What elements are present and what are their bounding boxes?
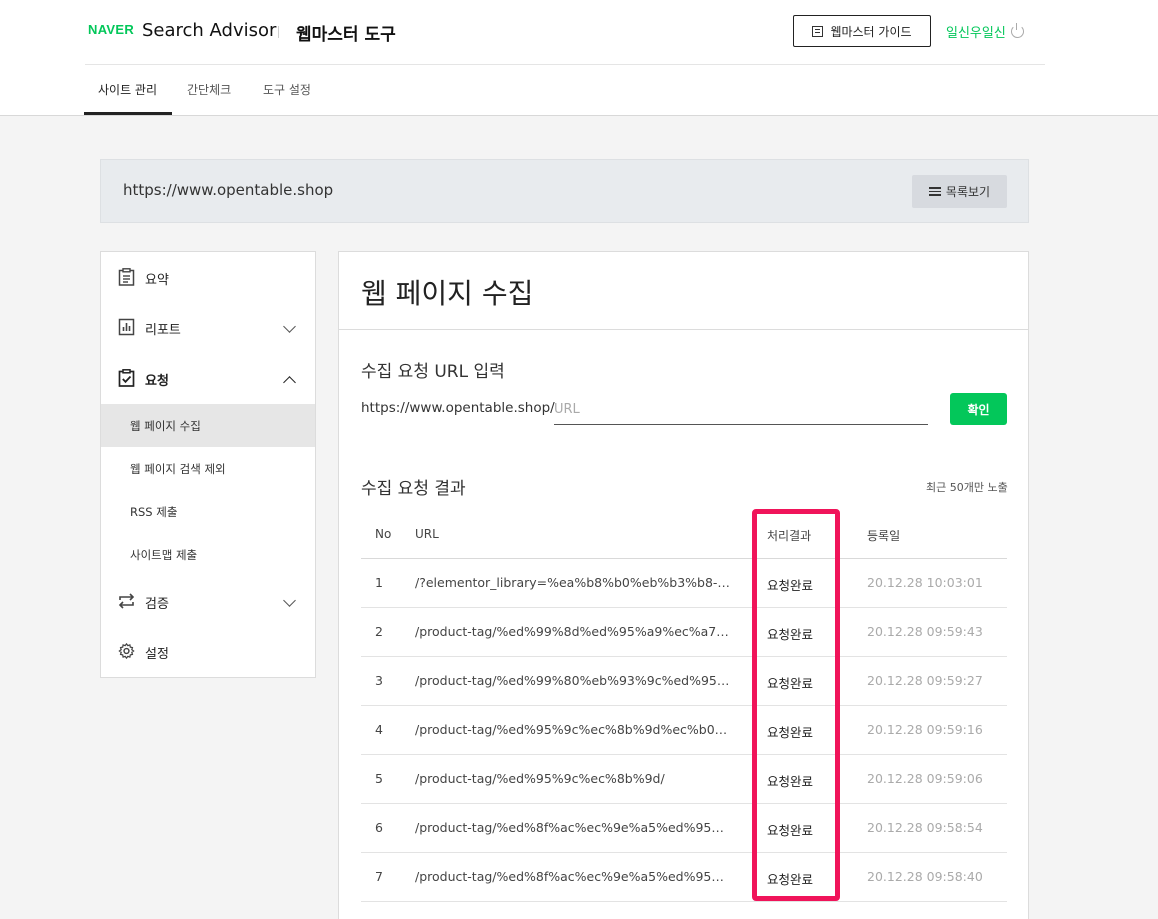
document-icon — [812, 25, 824, 37]
side-menu: 요약 리포트 요청 웹 페이지 수집 웹 페이지 검색 제외 RSS 제출 사이… — [100, 251, 316, 678]
view-list-button[interactable]: 목록보기 — [912, 175, 1007, 208]
sidebar-item-report[interactable]: 리포트 — [101, 303, 315, 351]
main-panel: 웹 페이지 수집 수집 요청 URL 입력 https://www.openta… — [338, 251, 1029, 919]
view-list-label: 목록보기 — [945, 185, 991, 199]
row-date: 20.12.28 09:59:06 — [867, 771, 983, 786]
row-date: 20.12.28 09:59:27 — [867, 673, 983, 688]
check-clipboard-icon — [118, 369, 135, 387]
tab-site-management[interactable]: 사이트 관리 — [98, 81, 157, 98]
result-note: 최근 50개만 노출 — [926, 481, 1008, 494]
column-header-status: 처리결과 — [767, 529, 812, 543]
swap-icon — [118, 593, 135, 609]
table-row: 5/product-tag/%ed%95%9c%ec%8b%9d/요청완료 20.… — [361, 755, 1007, 804]
webmaster-guide-label: 웹마스터 가이드 — [830, 24, 912, 39]
logout-power-icon[interactable] — [1011, 23, 1024, 38]
row-date: 20.12.28 10:03:01 — [867, 575, 983, 590]
user-name-link[interactable]: 일신우일신 — [946, 22, 1006, 41]
column-header-url: URL — [415, 527, 439, 541]
row-url[interactable]: /product-tag/%ed%8f%ac%ec%9e%a5%ed%95%… — [415, 820, 731, 835]
header-divider — [278, 26, 279, 38]
sidebar-item-request[interactable]: 요청 — [101, 354, 315, 402]
sidebar-item-label: 설정 — [145, 647, 169, 662]
sidebar-item-label: 요약 — [145, 273, 169, 288]
table-row: 2/product-tag/%ed%99%8d%ed%95%a9%ec%a7… 요… — [361, 608, 1007, 657]
result-section-title: 수집 요청 결과 — [361, 479, 466, 499]
gear-icon — [118, 642, 135, 660]
row-no: 5 — [375, 771, 383, 786]
sidebar-item-verify[interactable]: 검증 — [101, 577, 315, 625]
table-row: 7/product-tag/%ed%8f%ac%ec%9e%a5%ed%95%…… — [361, 853, 1007, 902]
site-url: https://www.opentable.shop — [123, 181, 334, 199]
row-url[interactable]: /product-tag/%ed%8f%ac%ec%9e%a5%ed%95%… — [415, 869, 731, 884]
row-no: 3 — [375, 673, 383, 688]
sidebar-subitem-web-page-exclude[interactable]: 웹 페이지 검색 제외 — [101, 447, 315, 490]
row-status: 요청완료 — [767, 872, 814, 887]
confirm-button[interactable]: 확인 — [950, 393, 1007, 425]
table-row: 3/product-tag/%ed%99%80%eb%93%9c%ed%95… 요… — [361, 657, 1007, 706]
row-no: 7 — [375, 869, 383, 884]
sidebar-item-summary[interactable]: 요약 — [101, 253, 315, 301]
row-date: 20.12.28 09:58:40 — [867, 869, 983, 884]
row-status: 요청완료 — [767, 578, 814, 593]
row-url[interactable]: /?elementor_library=%ea%b8%b0%eb%b3%b8-k… — [415, 575, 731, 590]
sidebar-item-label: 리포트 — [145, 323, 181, 338]
row-url[interactable]: /product-tag/%ed%99%8d%ed%95%a9%ec%a7… — [415, 624, 731, 639]
row-no: 1 — [375, 575, 383, 590]
header-row: NAVER Search Advisor 웹마스터 도구 웹마스터 가이드 일신… — [85, 0, 1045, 65]
row-status: 요청완료 — [767, 676, 814, 691]
title-divider — [339, 329, 1028, 330]
row-no: 4 — [375, 722, 383, 737]
webmaster-tool-title[interactable]: 웹마스터 도구 — [296, 20, 396, 45]
row-status: 요청완료 — [767, 627, 814, 642]
sidebar-item-label: 요청 — [145, 374, 169, 389]
clipboard-icon — [118, 268, 135, 286]
top-header: NAVER Search Advisor 웹마스터 도구 웹마스터 가이드 일신… — [0, 0, 1158, 116]
search-advisor-brand[interactable]: Search Advisor — [142, 20, 276, 41]
sidebar-subitem-web-page-collect[interactable]: 웹 페이지 수집 — [101, 404, 315, 447]
table-row: 4/product-tag/%ed%95%9c%ec%8b%9d%ec%b0… 요… — [361, 706, 1007, 755]
url-input-section-title: 수집 요청 URL 입력 — [361, 362, 505, 382]
row-status: 요청완료 — [767, 774, 814, 789]
url-prefix: https://www.opentable.shop/ — [361, 400, 555, 416]
sidebar-subitem-rss-submit[interactable]: RSS 제출 — [101, 490, 315, 533]
page-title: 웹 페이지 수집 — [361, 277, 534, 310]
row-status: 요청완료 — [767, 823, 814, 838]
row-date: 20.12.28 09:58:54 — [867, 820, 983, 835]
active-tab-indicator — [84, 112, 172, 115]
sidebar-subitem-label: RSS 제출 — [130, 505, 178, 519]
naver-logo[interactable]: NAVER — [88, 22, 134, 37]
chart-icon — [118, 318, 135, 336]
chevron-up-icon[interactable] — [283, 376, 296, 389]
sidebar-subitem-label: 웹 페이지 검색 제외 — [130, 462, 226, 476]
tab-quick-check[interactable]: 간단체크 — [187, 81, 231, 98]
row-date: 20.12.28 09:59:16 — [867, 722, 983, 737]
collect-url-input[interactable] — [554, 395, 928, 425]
row-url[interactable]: /product-tag/%ed%95%9c%ec%8b%9d%ec%b0… — [415, 722, 731, 737]
table-row: 6/product-tag/%ed%8f%ac%ec%9e%a5%ed%95%…… — [361, 804, 1007, 853]
sidebar-item-label: 검증 — [145, 597, 169, 612]
sidebar-subitem-label: 웹 페이지 수집 — [130, 419, 201, 433]
column-header-date: 등록일 — [867, 529, 901, 543]
row-status: 요청완료 — [767, 725, 814, 740]
row-date: 20.12.28 09:59:43 — [867, 624, 983, 639]
webmaster-guide-button[interactable]: 웹마스터 가이드 — [793, 15, 931, 47]
list-icon — [928, 187, 941, 196]
chevron-down-icon[interactable] — [283, 320, 296, 333]
sidebar-subitem-label: 사이트맵 제출 — [130, 548, 198, 562]
row-url[interactable]: /product-tag/%ed%95%9c%ec%8b%9d/ — [415, 771, 731, 786]
chevron-down-icon[interactable] — [283, 594, 296, 607]
row-url[interactable]: /product-tag/%ed%99%80%eb%93%9c%ed%95… — [415, 673, 731, 688]
row-no: 2 — [375, 624, 383, 639]
table-row: 1 /?elementor_library=%ea%b8%b0%eb%b3%b8-… — [361, 559, 1007, 608]
row-no: 6 — [375, 820, 383, 835]
sidebar-item-settings[interactable]: 설정 — [101, 627, 315, 675]
tab-tool-settings[interactable]: 도구 설정 — [263, 81, 311, 98]
site-bar: https://www.opentable.shop 목록보기 — [100, 159, 1029, 223]
sidebar-subitem-sitemap-submit[interactable]: 사이트맵 제출 — [101, 533, 315, 576]
column-header-no: No — [375, 527, 392, 541]
